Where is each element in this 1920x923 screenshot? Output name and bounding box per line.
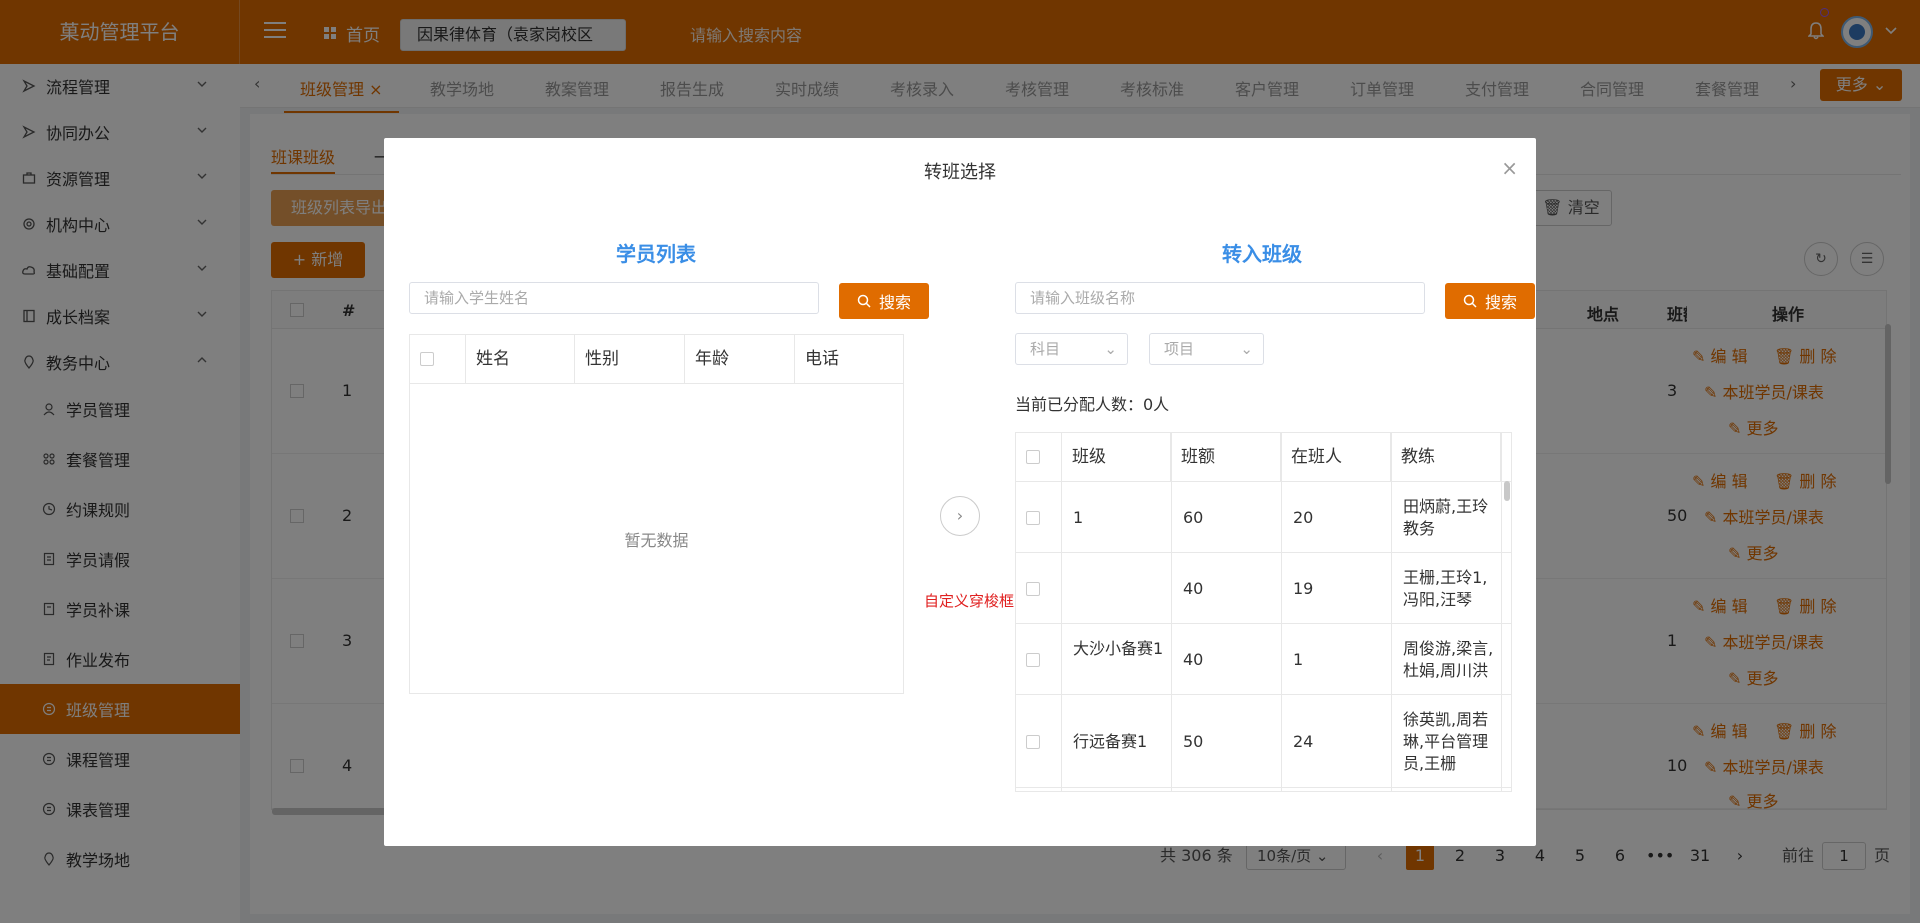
class-coach: 周俊游,梁言,杜娟,周川洪 <box>1403 639 1494 680</box>
class-enrolled: 24 <box>1293 732 1314 751</box>
class-row-checkbox[interactable] <box>1026 511 1040 525</box>
search-icon <box>857 294 871 308</box>
class-capacity: 40 <box>1183 579 1204 598</box>
column-header-coach: 教练 <box>1391 433 1501 481</box>
search-icon <box>1463 294 1477 308</box>
class-capacity: 50 <box>1183 732 1204 751</box>
assigned-count-text: 当前已分配人数：0人 <box>1015 395 1170 414</box>
class-name: 大沙小备赛1 <box>1073 639 1164 658</box>
class-row-checkbox[interactable] <box>1026 582 1040 596</box>
column-divider <box>1171 433 1172 791</box>
column-header-gender: 性别 <box>575 335 685 383</box>
class-enrolled: 19 <box>1293 579 1314 598</box>
column-divider <box>1061 433 1062 791</box>
select-all-students-checkbox[interactable] <box>420 352 434 366</box>
column-header-capacity: 班额 <box>1171 433 1281 481</box>
empty-state-text: 暂无数据 <box>624 531 689 550</box>
class-name: 1 <box>1073 508 1084 527</box>
class-capacity: 40 <box>1183 650 1204 669</box>
transfer-right-button[interactable]: › <box>940 496 980 536</box>
header-divider <box>410 383 903 384</box>
row-divider <box>1016 552 1511 553</box>
class-row-checkbox[interactable] <box>1026 735 1040 749</box>
close-icon[interactable]: × <box>1501 156 1518 180</box>
custom-transfer-label: 自定义穿梭框 <box>924 592 1015 610</box>
column-divider <box>1391 433 1392 791</box>
class-coach: 王栅,王玲1,冯阳,汪琴 <box>1403 568 1488 609</box>
chevron-down-icon: ⌄ <box>1104 340 1117 358</box>
class-search-button[interactable]: 搜索 <box>1445 283 1535 319</box>
column-header-enrolled: 在班人 <box>1281 433 1391 481</box>
row-divider <box>1016 787 1511 788</box>
header-divider <box>1016 481 1511 482</box>
dialog-title: 转班选择 <box>924 162 996 183</box>
column-header-age: 年龄 <box>685 335 795 383</box>
student-name-input[interactable]: 请输入学生姓名 <box>409 282 819 314</box>
column-header-name: 姓名 <box>465 335 575 383</box>
student-list-title: 学员列表 <box>616 242 696 266</box>
class-name-input[interactable]: 请输入班级名称 <box>1015 282 1425 314</box>
class-capacity: 60 <box>1183 508 1204 527</box>
class-row-checkbox[interactable] <box>1026 653 1040 667</box>
class-table-scrollbar[interactable] <box>1504 481 1510 501</box>
student-search-button[interactable]: 搜索 <box>839 283 929 319</box>
column-divider <box>1501 433 1502 791</box>
target-class-title: 转入班级 <box>1222 242 1302 266</box>
column-header-class: 班级 <box>1061 433 1171 481</box>
transfer-class-dialog: 转班选择 × 学员列表 请输入学生姓名 搜索 姓名 性别 年龄 电话 暂无数据 … <box>384 138 1536 846</box>
class-coach: 田炳蔚,王玲教务 <box>1403 497 1489 538</box>
class-enrolled: 20 <box>1293 508 1314 527</box>
class-name: 行远备赛1 <box>1073 732 1148 751</box>
subject-select[interactable]: 科目 ⌄ <box>1015 333 1128 365</box>
class-table-modal: 班级 班额 在班人 教练 1 60 20 田炳蔚,王玲教务 40 19 王栅,王… <box>1015 432 1512 792</box>
row-divider <box>1016 694 1511 695</box>
column-divider <box>1281 433 1282 791</box>
student-table: 姓名 性别 年龄 电话 暂无数据 <box>409 334 904 694</box>
project-select[interactable]: 项目 ⌄ <box>1149 333 1264 365</box>
class-enrolled: 1 <box>1293 650 1304 669</box>
chevron-down-icon: ⌄ <box>1240 340 1253 358</box>
row-divider <box>1016 623 1511 624</box>
column-header-phone: 电话 <box>805 349 839 369</box>
class-coach: 徐英凯,周若琳,平台管理员,王栅 <box>1403 710 1489 773</box>
select-all-classes-checkbox[interactable] <box>1026 450 1040 464</box>
